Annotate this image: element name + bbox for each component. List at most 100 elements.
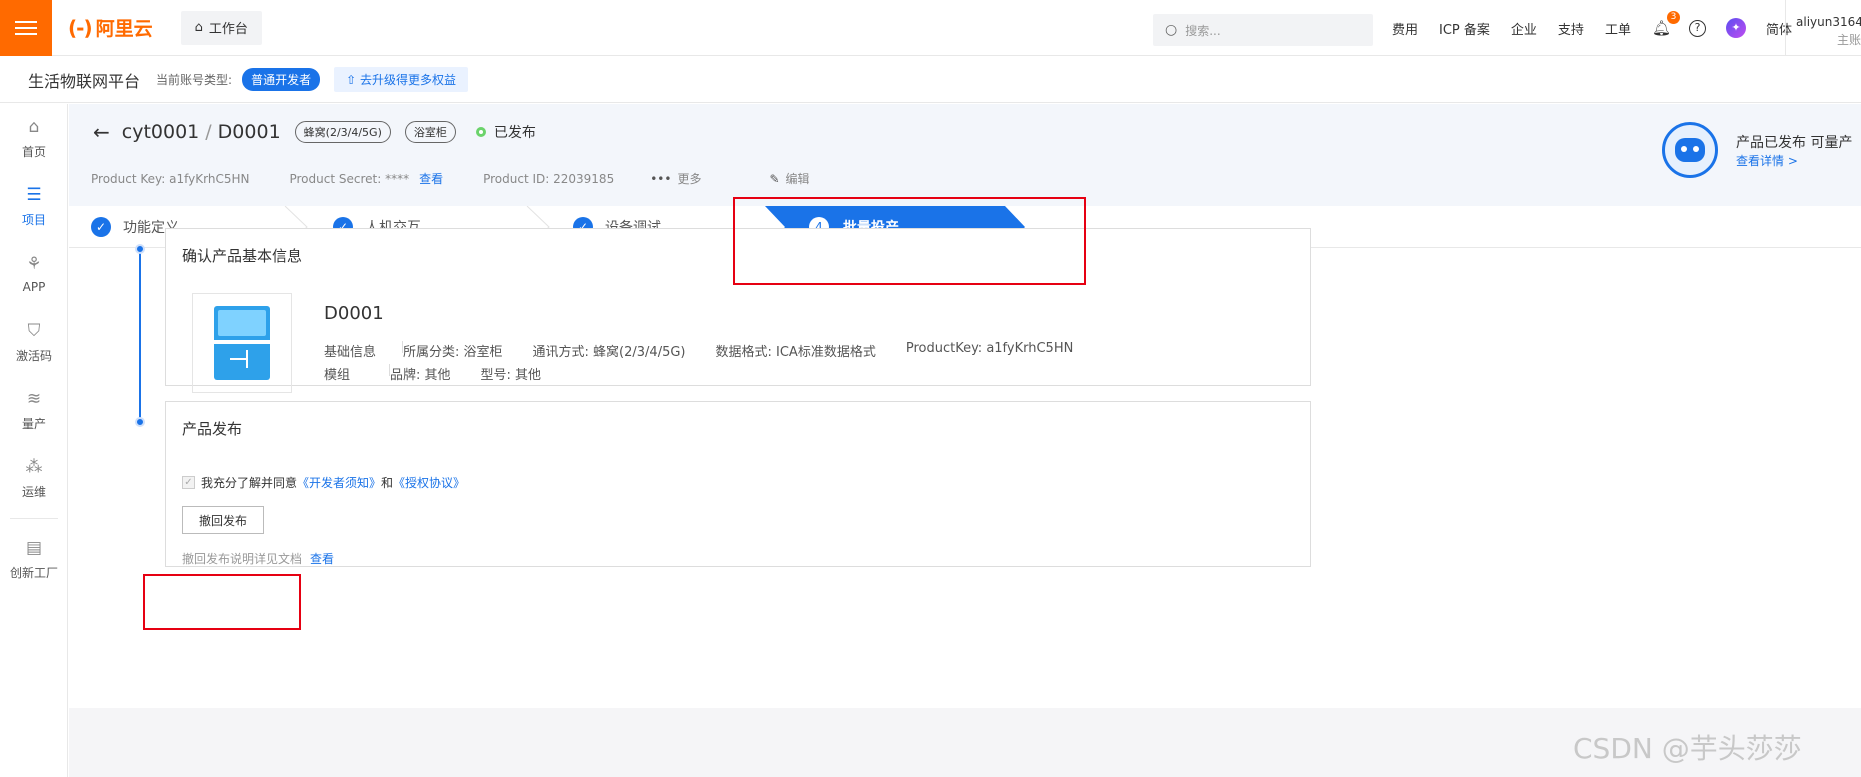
- publish-status-card: 产品已发布 可量产 查看详情 >: [1662, 104, 1861, 184]
- home-icon: ⌂: [28, 116, 40, 137]
- account-type-label: 当前账号类型:: [156, 73, 233, 87]
- upgrade-label: 去升级得更多权益: [359, 73, 456, 87]
- sidebar-item-mass-production[interactable]: ≋ 量产: [0, 376, 68, 444]
- sidebar-item-label: 创新工厂: [9, 565, 58, 580]
- robot-icon: [1662, 122, 1718, 178]
- sidebar-item-label: APP: [22, 280, 46, 294]
- menu-icon[interactable]: [0, 0, 52, 56]
- sidebar-item-app[interactable]: ⚘ APP: [0, 240, 68, 308]
- notification-badge: 3: [1667, 11, 1680, 24]
- publish-status-title: 产品已发布 可量产: [1736, 135, 1853, 151]
- timeline-line: [139, 249, 141, 423]
- product-key: Product Key: a1fyKrhC5HN: [91, 171, 250, 186]
- view-details-link[interactable]: 查看详情 >: [1736, 152, 1798, 169]
- agreement-row: ✓ 我充分了解并同意 《开发者须知》 和 《授权协议》: [182, 474, 465, 491]
- publish-card: 产品发布 ✓ 我充分了解并同意 《开发者须知》 和 《授权协议》 撤回发布 撤回…: [165, 401, 1311, 567]
- nav-billing[interactable]: 费用: [1392, 19, 1418, 38]
- aliyun-logo[interactable]: (-) 阿里云: [68, 14, 153, 41]
- revoke-hint: 撤回发布说明详见文档 查看: [182, 552, 335, 566]
- top-nav: 费用 ICP 备案 企业 支持 工单 🔔︎ 3 ? ✦ 简体: [1392, 0, 1792, 56]
- timeline-dot: [135, 417, 145, 427]
- project-name[interactable]: cyt0001: [122, 121, 200, 143]
- nav-support[interactable]: 支持: [1558, 19, 1584, 38]
- sidebar: ⌂ 首页 ☰ 项目 ⚘ APP ⛉ 激活码 ≋ 量产 ⁂ 运维 ▤ 创新工厂: [0, 104, 68, 777]
- product-name: D0001: [324, 303, 384, 324]
- nav-ticket[interactable]: 工单: [1605, 19, 1631, 38]
- platform-title: 生活物联网平台: [28, 71, 141, 91]
- product-header: ← cyt0001/D0001 蜂窝(2/3/4/5G) 浴室柜 已发布 Pro…: [69, 104, 1861, 206]
- back-arrow-icon[interactable]: ←: [93, 120, 110, 144]
- sidebar-item-label: 量产: [21, 416, 46, 431]
- annotation-box: [143, 574, 301, 630]
- developer-notice-link[interactable]: 《开发者须知》: [297, 474, 381, 491]
- account-type-badge: 普通开发者: [242, 68, 321, 91]
- product-image: [192, 293, 292, 393]
- account-menu[interactable]: aliyun31646 主账: [1785, 0, 1861, 56]
- sidebar-divider: [10, 518, 58, 519]
- timeline-dot: [135, 244, 145, 254]
- device-name: D0001: [217, 121, 281, 143]
- ai-assistant-icon[interactable]: ✦: [1726, 18, 1746, 38]
- module-label: 模组: [324, 368, 351, 383]
- network-tag: 蜂窝(2/3/4/5G): [294, 121, 391, 143]
- more-button[interactable]: ••• 更多: [650, 170, 701, 187]
- comm-value: 通讯方式: 蜂窝(2/3/4/5G): [532, 345, 686, 360]
- help-icon[interactable]: ?: [1689, 19, 1706, 37]
- sidebar-item-activation-code[interactable]: ⛉ 激活码: [0, 308, 68, 376]
- view-secret-link[interactable]: 查看: [419, 170, 443, 187]
- platform-bar: 生活物联网平台 当前账号类型: 普通开发者 ⇧ 去升级得更多权益: [0, 57, 1861, 103]
- category-tag: 浴室柜: [404, 121, 456, 143]
- model-value: 型号: 其他: [480, 368, 542, 383]
- title-separator: /: [205, 121, 212, 143]
- confirm-info-title: 确认产品基本信息: [182, 247, 303, 265]
- basic-info-label: 基础信息: [324, 345, 377, 360]
- home-icon: ⌂: [194, 20, 203, 35]
- watermark: CSDN @芋头莎莎: [1573, 732, 1802, 765]
- more-icon: •••: [650, 171, 672, 186]
- sidebar-item-innovation-factory[interactable]: ▤ 创新工厂: [0, 525, 68, 593]
- product-meta: Product Key: a1fyKrhC5HN Product Secret:…: [91, 170, 810, 187]
- agree-text: 我充分了解并同意: [201, 476, 298, 490]
- shield-icon: ⛉: [27, 320, 41, 341]
- product-key-value: ProductKey: a1fyKrhC5HN: [905, 341, 1074, 356]
- module-info-row: 模组 品牌: 其他 型号: 其他: [324, 364, 541, 383]
- list-icon: ☰: [26, 184, 42, 205]
- agree-and: 和: [381, 476, 394, 490]
- app-icon: ⚘: [26, 254, 42, 274]
- view-doc-link[interactable]: 查看: [310, 552, 334, 566]
- annotation-box: [733, 197, 1086, 285]
- category-value: 所属分类: 浴室柜: [403, 345, 503, 360]
- brand-value: 品牌: 其他: [390, 368, 451, 383]
- factory-icon: ▤: [25, 537, 43, 558]
- account-name: aliyun31646: [1796, 15, 1861, 29]
- status-badge: 已发布: [475, 122, 536, 142]
- data-format-value: 数据格式: ICA标准数据格式: [715, 345, 876, 360]
- bathroom-cabinet-icon: [214, 306, 270, 380]
- bell-icon[interactable]: 🔔︎ 3: [1652, 11, 1680, 37]
- status-label: 已发布: [493, 125, 536, 141]
- product-secret: Product Secret: ****: [289, 171, 410, 186]
- sidebar-item-project[interactable]: ☰ 项目: [0, 172, 68, 240]
- sidebar-item-operations[interactable]: ⁂ 运维: [0, 444, 68, 512]
- basic-info-row: 基础信息 所属分类: 浴室柜 通讯方式: 蜂窝(2/3/4/5G) 数据格式: …: [324, 341, 1073, 360]
- license-agreement-link[interactable]: 《授权协议》: [393, 474, 465, 491]
- publish-title: 产品发布: [182, 420, 243, 438]
- sidebar-item-home[interactable]: ⌂ 首页: [0, 104, 68, 172]
- account-role: 主账: [1836, 33, 1861, 47]
- sidebar-item-label: 运维: [21, 484, 46, 499]
- upgrade-button[interactable]: ⇧ 去升级得更多权益: [334, 67, 468, 92]
- nav-icp[interactable]: ICP 备案: [1439, 19, 1490, 38]
- workbench-button[interactable]: ⌂ 工作台: [180, 10, 262, 45]
- status-dot-icon: [475, 127, 486, 137]
- agree-checkbox[interactable]: ✓: [182, 476, 195, 489]
- check-icon: ✓: [91, 217, 111, 237]
- search-input[interactable]: ○ 搜索...: [1153, 14, 1373, 46]
- revoke-publish-button[interactable]: 撤回发布: [182, 506, 264, 534]
- sidebar-item-label: 激活码: [15, 348, 52, 363]
- product-id: Product ID: 22039185: [483, 171, 615, 186]
- sidebar-item-label: 首页: [21, 144, 46, 159]
- edit-button[interactable]: ✎ 编辑: [769, 170, 809, 187]
- page-title: cyt0001/D0001: [122, 121, 281, 143]
- nav-enterprise[interactable]: 企业: [1511, 19, 1537, 38]
- edit-icon: ✎: [769, 171, 780, 186]
